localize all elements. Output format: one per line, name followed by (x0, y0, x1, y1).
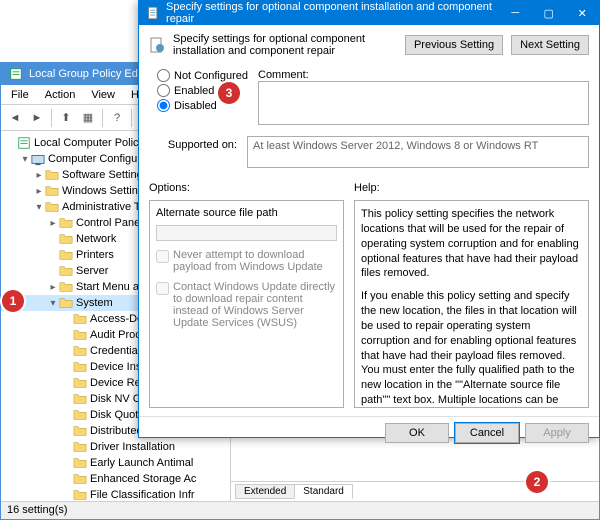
tab-standard[interactable]: Standard (294, 484, 353, 499)
options-panel: Alternate source file path Never attempt… (149, 200, 344, 408)
dialog-heading: Specify settings for optional component … (173, 33, 397, 57)
next-setting-button[interactable]: Next Setting (511, 35, 589, 55)
tree-item[interactable]: Enhanced Storage Ac (1, 471, 230, 487)
tree-label: Early Launch Antimal (90, 457, 193, 469)
menu-view[interactable]: View (85, 87, 121, 103)
forward-button[interactable]: ► (27, 108, 47, 128)
back-button[interactable]: ◄ (5, 108, 25, 128)
annotation-badge-3: 3 (218, 82, 240, 104)
options-label: Options: (149, 182, 344, 194)
dialog-minimize[interactable]: ─ (498, 1, 532, 25)
annotation-badge-2: 2 (526, 471, 548, 493)
dialog-close[interactable]: ✕ (566, 1, 600, 25)
help-panel[interactable]: This policy setting specifies the networ… (354, 200, 589, 408)
previous-setting-button[interactable]: Previous Setting (405, 35, 503, 55)
supported-label: Supported on: (157, 136, 237, 151)
tree-twisty[interactable]: ▾ (19, 154, 31, 165)
tree-label: Control Panel (76, 217, 143, 229)
policy-dialog: Specify settings for optional component … (138, 0, 600, 438)
help-p2: If you enable this policy setting and sp… (361, 289, 582, 408)
tree-twisty[interactable]: ▸ (47, 218, 59, 229)
tree-label: Printers (76, 249, 114, 261)
supported-value: At least Windows Server 2012, Windows 8 … (247, 136, 589, 168)
radio-not-configured[interactable]: Not Configured (157, 69, 248, 82)
ok-button[interactable]: OK (385, 423, 449, 443)
comment-textarea[interactable] (258, 81, 589, 125)
tab-extended[interactable]: Extended (235, 484, 295, 499)
tree-twisty[interactable]: ▾ (33, 202, 45, 213)
help-label: Help: (354, 182, 380, 194)
menu-file[interactable]: File (5, 87, 35, 103)
checkbox-contact-wu: Contact Windows Update directly to downl… (156, 281, 337, 329)
cancel-button[interactable]: Cancel (455, 423, 519, 443)
tree-label: Enhanced Storage Ac (90, 473, 196, 485)
dialog-title-text: Specify settings for optional component … (166, 1, 498, 25)
help-button[interactable]: ? (107, 108, 127, 128)
tree-label: Software Settings (62, 169, 148, 181)
tree-label: System (76, 297, 113, 309)
alt-path-label: Alternate source file path (156, 207, 337, 219)
dialog-maximize[interactable]: ▢ (532, 1, 566, 25)
tree-twisty[interactable]: ▸ (33, 186, 45, 197)
gpedit-title-text: Local Group Policy Editor (29, 68, 153, 80)
annotation-badge-1: 1 (2, 290, 24, 312)
tree-twisty[interactable]: ▸ (47, 282, 59, 293)
tree-item[interactable]: File Classification Infr (1, 487, 230, 501)
help-p1: This policy setting specifies the networ… (361, 207, 582, 281)
comment-label: Comment: (258, 69, 589, 81)
policy-icon (147, 6, 160, 20)
tree-item[interactable]: Early Launch Antimal (1, 455, 230, 471)
apply-button[interactable]: Apply (525, 423, 589, 443)
up-button[interactable]: ⬆ (56, 108, 76, 128)
show-hide-button[interactable]: ▦ (78, 108, 98, 128)
tree-label: File Classification Infr (90, 489, 195, 501)
policy-item-icon (149, 37, 165, 53)
tree-label: Server (76, 265, 108, 277)
tree-label: Local Computer Policy (34, 137, 144, 149)
status-bar: 16 setting(s) (1, 501, 599, 519)
menu-action[interactable]: Action (39, 87, 82, 103)
gpedit-icon (9, 67, 23, 81)
tree-twisty[interactable]: ▸ (33, 170, 45, 181)
checkbox-never-download: Never attempt to download payload from W… (156, 249, 337, 273)
tree-label: Windows Settings (62, 185, 149, 197)
tree-twisty[interactable]: ▾ (47, 298, 59, 309)
tree-label: Network (76, 233, 116, 245)
dialog-titlebar[interactable]: Specify settings for optional component … (139, 1, 599, 25)
alt-path-input (156, 225, 337, 241)
